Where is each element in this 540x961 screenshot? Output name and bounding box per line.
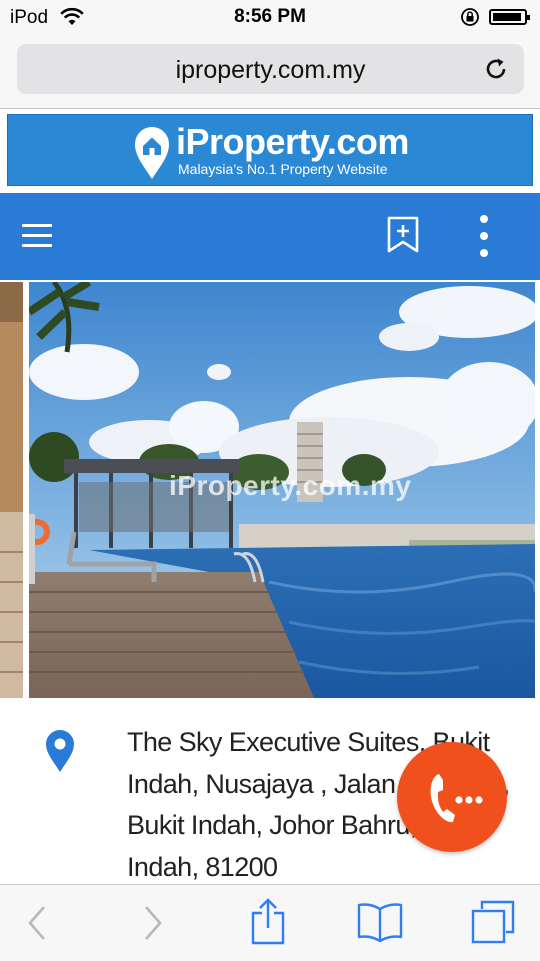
more-vertical-icon[interactable] <box>474 215 494 257</box>
bookmarks-icon[interactable] <box>356 901 404 943</box>
call-agent-button[interactable] <box>397 742 507 852</box>
url-field[interactable]: iproperty.com.my <box>17 44 524 94</box>
share-icon[interactable] <box>250 897 286 945</box>
brand-name: iProperty.com <box>176 121 409 162</box>
property-photo[interactable]: iProperty.com.my <box>29 282 535 698</box>
battery-icon <box>489 9 530 25</box>
back-icon[interactable] <box>24 903 48 943</box>
location-marker-icon <box>46 730 74 772</box>
browser-toolbar <box>0 884 540 961</box>
hamburger-menu-icon[interactable] <box>22 224 52 248</box>
photo-watermark: iProperty.com.my <box>169 470 412 501</box>
site-banner[interactable]: iProperty.com Malaysia’s No.1 Property W… <box>7 114 533 186</box>
tabs-icon[interactable] <box>470 899 516 945</box>
site-nav-bar <box>0 193 540 280</box>
status-time: 8:56 PM <box>234 6 306 27</box>
address-bar: iproperty.com.my <box>0 36 540 109</box>
status-bar: iPod 8:56 PM <box>0 0 540 36</box>
brand-tagline: Malaysia’s No.1 Property Website <box>178 161 388 177</box>
forward-icon[interactable] <box>142 903 166 943</box>
location-pin-logo-icon <box>135 127 169 179</box>
url-text[interactable]: iproperty.com.my <box>17 56 524 85</box>
bookmark-add-icon[interactable] <box>386 216 420 254</box>
previous-photo-edge[interactable] <box>0 282 23 698</box>
rotation-lock-icon <box>461 8 479 26</box>
phone-call-icon <box>430 774 483 823</box>
reload-icon[interactable] <box>483 56 509 82</box>
